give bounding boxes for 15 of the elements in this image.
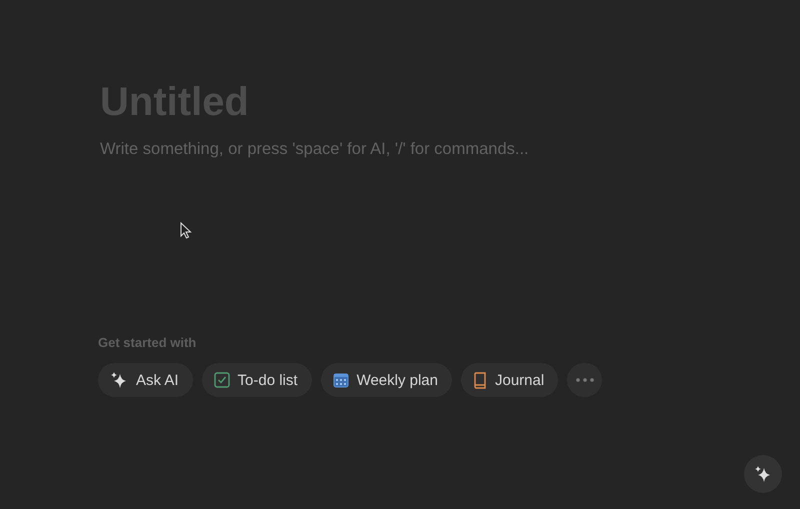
book-icon [473, 372, 487, 388]
checkbox-icon [214, 372, 230, 388]
more-icon [576, 378, 594, 382]
sparkle-icon [110, 371, 128, 389]
more-button[interactable] [567, 363, 602, 397]
body-field[interactable]: Write something, or press 'space' for AI, '/' for commands... [100, 138, 700, 160]
template-chip[interactable]: To-do list [202, 363, 312, 397]
template-chip[interactable]: Weekly plan [320, 363, 452, 397]
sparkle-icon [754, 465, 772, 483]
mouse-pointer-icon [180, 222, 192, 239]
ai-button[interactable] [744, 455, 782, 493]
template-chip[interactable]: Ask AI [98, 363, 193, 397]
template-chip[interactable]: Journal [461, 363, 558, 397]
section-label: Get started with [98, 335, 196, 350]
calendar-icon [332, 372, 349, 388]
